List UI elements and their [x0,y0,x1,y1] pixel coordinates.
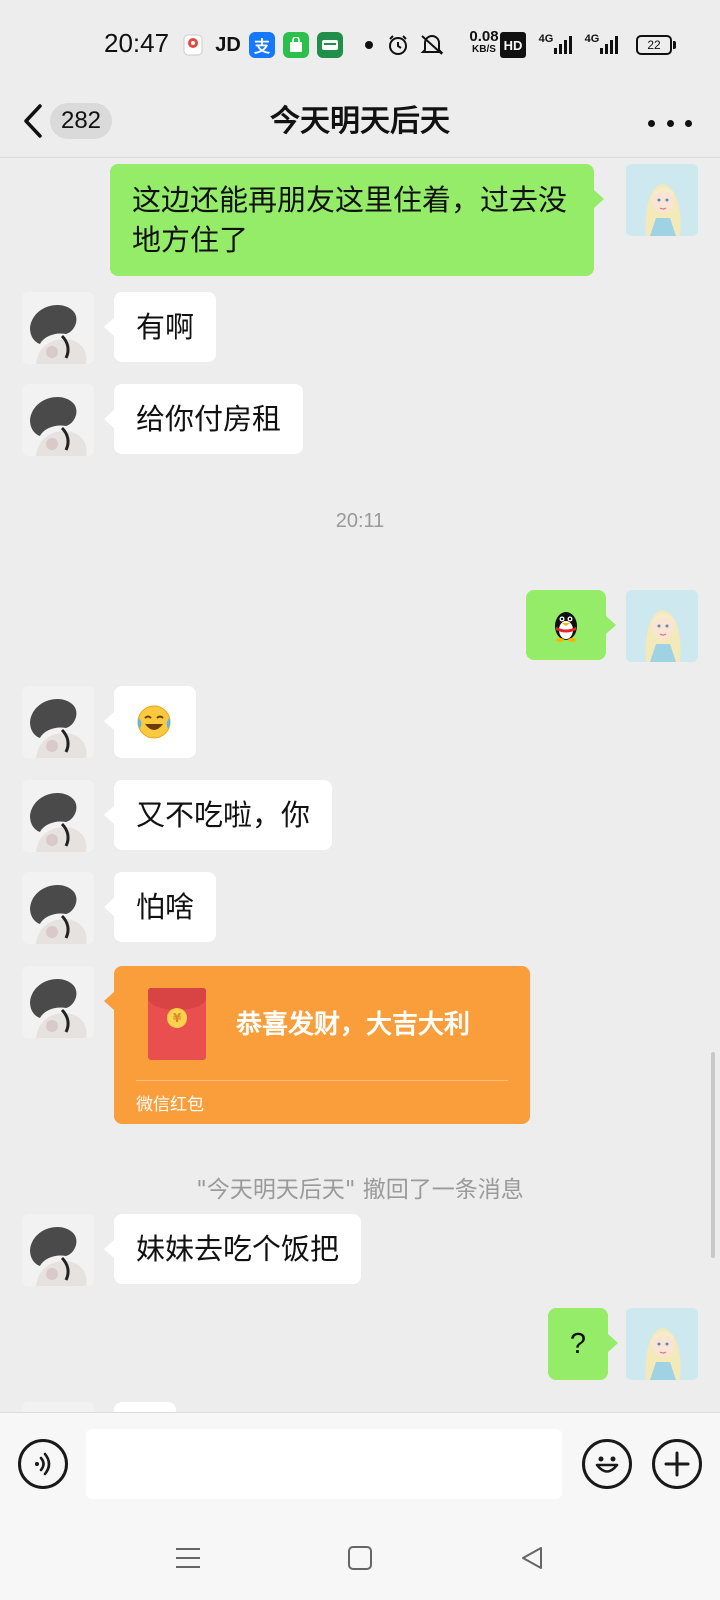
contact-avatar[interactable] [22,384,94,456]
jd-icon: JD [215,33,241,56]
avatar-photo-icon [22,1402,94,1412]
chat-header: 282 今天明天后天 [0,86,720,158]
avatar-photo-icon [22,872,94,944]
message-text: 怕啥 [136,890,195,924]
message-text: 给你付房租 [136,402,282,436]
message-bubble-self[interactable] [526,590,616,660]
emoji-icon [595,1456,619,1473]
more-dot-icon [685,119,692,127]
self-avatar[interactable] [626,1308,698,1380]
emoji-button[interactable] [582,1439,632,1489]
triangle-back-icon [522,1547,542,1569]
plus-icon [664,1451,690,1477]
message-text: ? [569,1328,587,1360]
more-functions-button[interactable] [652,1439,702,1489]
contact-avatar[interactable] [22,966,94,1038]
shop-bag-icon [283,32,309,58]
alarm-icon [386,32,410,58]
more-options-button[interactable] [648,108,692,138]
chevron-left-icon [24,104,42,138]
menu-button[interactable] [166,1536,210,1580]
battery-icon: 22 [636,35,676,55]
avatar-photo-icon [22,686,94,758]
contact-avatar[interactable] [22,872,94,944]
more-dot-icon [648,119,655,127]
contact-avatar[interactable] [22,1214,94,1286]
contact-avatar[interactable] [22,780,94,852]
avatar-elsa-icon [626,590,698,662]
message-text-line: 地方住了 [132,223,249,257]
net-speed: 0.08 KB/S [466,28,502,56]
message-bubble-contact[interactable]: 有啊 [103,292,217,362]
avatar-elsa-icon [626,164,698,236]
avatar-photo-icon [22,966,94,1038]
message-bubble-contact[interactable] [104,686,196,758]
input-bar [0,1412,720,1516]
contact-avatar[interactable] [22,1402,94,1412]
menu-icon [176,1548,200,1568]
message-bubble-contact[interactable]: 怕啥 [103,872,217,942]
message-bubble-self[interactable]: 这边还能再朋友这里住着，过去没 地方住了 [110,164,604,276]
avatar-elsa-icon [626,1308,698,1380]
self-avatar[interactable] [626,590,698,662]
avatar-photo-icon [22,384,94,456]
scrollbar-thumb[interactable] [711,1052,715,1258]
message-text: 又不吃啦，你 [136,798,311,832]
red-packet-label: 微信红包 [136,1095,204,1115]
chat-title: 今天明天后天 [270,104,450,139]
message-bubble-contact-partial[interactable] [114,1402,176,1412]
avatar-photo-icon [22,1214,94,1286]
contact-avatar[interactable] [22,292,94,364]
network-label-1: 4G [538,33,554,45]
message-text: 有啊 [136,310,195,344]
message-bubble-contact[interactable]: 妹妹去吃个饭把 [103,1214,362,1284]
red-envelope-icon: ¥ [148,988,206,1060]
home-button[interactable] [338,1536,382,1580]
laughing-crying-emoji-icon [137,705,171,739]
signal-icon-2: 4G [582,32,622,58]
message-bubble-contact[interactable]: 给你付房租 [103,384,304,454]
message-text: 妹妹去吃个饭把 [136,1232,340,1266]
red-packet-message[interactable]: ¥ 恭喜发财，大吉大利 微信红包 [104,966,530,1124]
voice-button[interactable] [18,1439,68,1489]
message-text-line: 这边还能再朋友这里住着，过去没 [132,183,568,217]
self-avatar[interactable] [626,164,698,236]
recall-notice: "今天明天后天" 撤回了一条消息 [196,1177,524,1203]
alipay-icon: 支 [249,32,275,58]
net-speed-value: 0.08 [469,28,499,45]
back-system-button[interactable] [510,1536,554,1580]
status-time: 20:47 [104,28,170,58]
red-packet-divider [136,1080,508,1081]
wallet-icon [317,32,343,58]
notification-dot-icon [364,32,374,58]
message-bubble-contact[interactable]: 又不吃啦，你 [103,780,333,850]
message-bubble-self[interactable]: ? [548,1308,618,1380]
contact-avatar[interactable] [22,686,94,758]
qq-penguin-icon [555,612,577,642]
voice-icon [35,1452,51,1476]
more-dot-icon [666,119,674,127]
system-navigation-bar [0,1516,720,1600]
yuan-coin-icon: ¥ [167,1008,187,1028]
unread-count-badge: 282 [50,103,112,139]
avatar-photo-icon [22,780,94,852]
message-list[interactable]: 这边还能再朋友这里住着，过去没 地方住了 有啊 给你付房租 20:11 又不吃啦… [0,158,720,1412]
map-pin-icon [180,32,206,58]
message-input[interactable] [86,1429,562,1499]
status-bar: 20:47 JD 支 0.08 KB/S HD 4G 4G 22 [0,0,720,86]
back-button[interactable]: 282 [22,96,112,146]
signal-icon: 4G [536,32,576,58]
network-label-2: 4G [584,33,600,45]
mute-icon [418,32,446,58]
red-packet-title: 恭喜发财，大吉大利 [236,1010,471,1040]
hd-icon: HD [500,32,526,58]
time-separator: 20:11 [335,510,385,532]
square-home-icon [348,1546,372,1570]
avatar-photo-icon [22,292,94,364]
